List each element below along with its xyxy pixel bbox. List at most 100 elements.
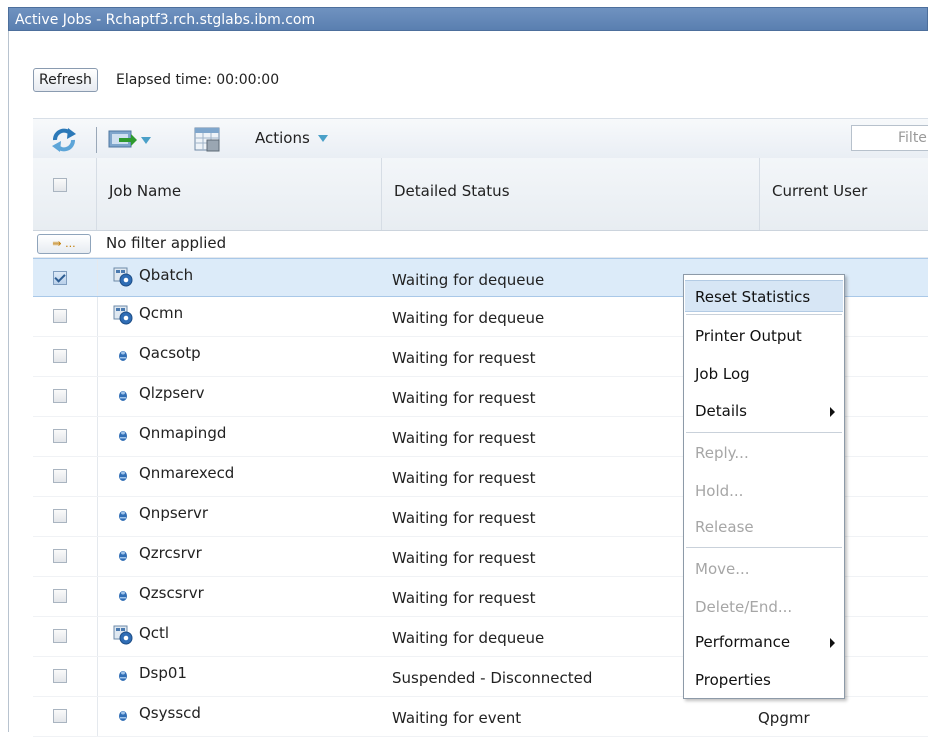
row-checkbox[interactable] — [53, 469, 67, 483]
menu-item-delete-end[interactable]: Delete/End... — [685, 591, 843, 623]
actions-menu[interactable]: Actions — [255, 129, 328, 147]
menu-item-label: Properties — [695, 671, 771, 689]
menu-item-reply[interactable]: Reply... — [685, 437, 843, 469]
job-detailed-status: Suspended - Disconnected — [392, 669, 593, 687]
job-icon — [113, 545, 133, 569]
subsystem-icon — [113, 267, 133, 291]
menu-item-label: Reply... — [695, 444, 749, 462]
toolbar-separator — [96, 127, 97, 153]
job-name[interactable]: Dsp01 — [139, 664, 187, 682]
menu-separator — [686, 547, 842, 548]
table-header: Job Name Detailed Status Current User — [33, 158, 928, 231]
job-name[interactable]: Qacsotp — [139, 344, 201, 362]
job-name[interactable]: Qcmn — [139, 304, 183, 322]
job-name[interactable]: Qnpservr — [139, 504, 208, 522]
menu-item-label: Move... — [695, 560, 750, 578]
row-checkbox[interactable] — [53, 509, 67, 523]
menu-item-reset-statistics[interactable]: Reset Statistics — [685, 280, 843, 312]
refresh-icon[interactable] — [49, 127, 79, 153]
job-detailed-status: Waiting for request — [392, 469, 536, 487]
menu-item-label: Delete/End... — [695, 598, 793, 616]
job-name[interactable]: Qbatch — [139, 266, 193, 284]
menu-item-printer-output[interactable]: Printer Output — [685, 320, 843, 352]
export-icon[interactable] — [107, 128, 151, 152]
row-checkbox[interactable] — [53, 429, 67, 443]
row-checkbox[interactable] — [53, 669, 67, 683]
filter-status-text: No filter applied — [106, 234, 227, 252]
job-icon — [113, 505, 133, 529]
row-checkbox[interactable] — [53, 629, 67, 643]
table-config-icon[interactable] — [193, 126, 223, 154]
row-checkbox[interactable] — [53, 271, 67, 285]
menu-item-job-log[interactable]: Job Log — [685, 358, 843, 390]
menu-item-label: Reset Statistics — [695, 288, 811, 306]
select-all-cell — [33, 158, 96, 230]
job-name[interactable]: Qsysscd — [139, 704, 201, 722]
job-icon — [113, 585, 133, 609]
column-header-current-user[interactable]: Current User — [759, 158, 928, 230]
job-name[interactable]: Qzrcsrvr — [139, 544, 202, 562]
column-header-job-name[interactable]: Job Name — [96, 158, 382, 230]
job-detailed-status: Waiting for request — [392, 549, 536, 567]
menu-item-label: Details — [695, 402, 748, 420]
filter-options-button[interactable]: ⇛ ... — [37, 234, 91, 254]
row-checkbox[interactable] — [53, 549, 67, 563]
menu-item-release[interactable]: Release — [685, 511, 843, 543]
subsystem-icon — [113, 305, 133, 329]
table-row[interactable]: Qsysscd Waiting for event Qpgmr — [33, 697, 928, 737]
menu-item-hold[interactable]: Hold... — [685, 475, 843, 507]
refresh-button[interactable]: Refresh — [33, 68, 98, 92]
menu-item-label: Printer Output — [695, 327, 802, 345]
column-header-detailed-status[interactable]: Detailed Status — [381, 158, 760, 230]
job-current-user: Qpgmr — [758, 709, 810, 727]
menu-item-label: Performance — [695, 633, 791, 651]
row-checkbox[interactable] — [53, 709, 67, 723]
window-left-border — [8, 31, 9, 732]
row-checkbox[interactable] — [53, 589, 67, 603]
job-detailed-status: Waiting for dequeue — [392, 271, 545, 289]
job-name[interactable]: Qnmapingd — [139, 424, 226, 442]
job-icon — [113, 385, 133, 409]
menu-separator — [686, 314, 842, 315]
menu-separator — [686, 432, 842, 433]
row-checkbox[interactable] — [53, 389, 67, 403]
job-icon — [113, 345, 133, 369]
job-detailed-status: Waiting for request — [392, 509, 536, 527]
job-detailed-status: Waiting for dequeue — [392, 309, 545, 327]
row-checkbox[interactable] — [53, 309, 67, 323]
menu-item-move[interactable]: Move... — [685, 553, 843, 585]
filter-status-row: ⇛ ... No filter applied — [33, 231, 928, 258]
menu-item-label: Hold... — [695, 482, 744, 500]
submenu-arrow-icon — [830, 407, 835, 417]
job-name[interactable]: Qzscsrvr — [139, 584, 204, 602]
job-icon — [113, 665, 133, 689]
job-detailed-status: Waiting for request — [392, 349, 536, 367]
subsystem-icon — [113, 625, 133, 649]
select-all-checkbox[interactable] — [53, 178, 67, 192]
elapsed-time-label: Elapsed time: 00:00:00 — [116, 72, 280, 88]
job-detailed-status: Waiting for dequeue — [392, 629, 545, 647]
job-name[interactable]: Qlzpserv — [139, 384, 204, 402]
export-dropdown-arrow[interactable] — [141, 136, 151, 144]
job-detailed-status: Waiting for event — [392, 709, 522, 727]
job-icon — [113, 425, 133, 449]
actions-label: Actions — [255, 129, 310, 147]
chevron-down-icon — [317, 135, 328, 142]
job-icon — [113, 705, 133, 729]
job-detailed-status: Waiting for request — [392, 429, 536, 447]
submenu-arrow-icon — [830, 638, 835, 648]
menu-item-label: Job Log — [695, 365, 750, 383]
window-title-bar: Active Jobs - Rchaptf3.rch.stglabs.ibm.c… — [8, 7, 928, 31]
filter-input[interactable]: Filter — [851, 125, 928, 151]
menu-item-label: Release — [695, 518, 754, 536]
menu-item-properties[interactable]: Properties — [685, 664, 843, 696]
job-name[interactable]: Qnmarexecd — [139, 464, 234, 482]
menu-item-performance[interactable]: Performance — [685, 626, 843, 658]
job-name[interactable]: Qctl — [139, 624, 169, 642]
job-icon — [113, 465, 133, 489]
row-checkbox[interactable] — [53, 349, 67, 363]
menu-item-details[interactable]: Details — [685, 395, 843, 427]
table-toolbar: Actions Filter — [33, 118, 928, 159]
job-detailed-status: Waiting for request — [392, 589, 536, 607]
context-menu: Reset Statistics Printer Output Job Log Det… — [683, 274, 845, 699]
